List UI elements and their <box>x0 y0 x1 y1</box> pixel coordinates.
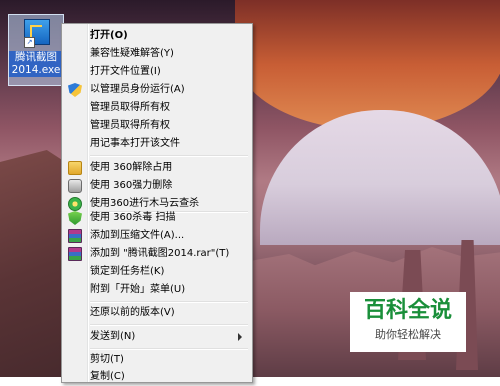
desktop-icon-label-line1: 腾讯截图 <box>15 51 57 63</box>
menu-item-label: 发送到(N) <box>90 331 136 342</box>
uac-shield-icon <box>68 83 82 97</box>
menu-item-label: 附到「开始」菜单(U) <box>90 284 186 295</box>
menu-item-360-antivirus-scan[interactable]: 使用 360杀毒 扫描 <box>64 209 250 227</box>
360-antivirus-icon <box>68 211 82 225</box>
menu-item-take-ownership-1[interactable]: 管理员取得所有权 <box>64 99 250 117</box>
menu-item-open-location[interactable]: 打开文件位置(I) <box>64 63 250 81</box>
watermark: 百科全说 助你轻松解决 <box>350 292 466 352</box>
menu-item-label: 锁定到任务栏(K) <box>90 266 165 277</box>
desktop-icon-label-line2: 2014.exe <box>11 64 61 76</box>
desktop-icon-tencent-screenshot[interactable]: ↗ 腾讯截图 2014.exe <box>8 14 64 86</box>
context-menu: 打开(O) 兼容性疑难解答(Y) 打开文件位置(I) 以管理员身份运行(A) 管… <box>61 23 253 383</box>
menu-separator <box>90 324 248 326</box>
menu-item-add-to-archive[interactable]: 添加到压缩文件(A)... <box>64 227 250 245</box>
shredder-icon <box>68 179 82 193</box>
menu-item-compat[interactable]: 兼容性疑难解答(Y) <box>64 45 250 63</box>
menu-item-run-as-admin[interactable]: 以管理员身份运行(A) <box>64 81 250 99</box>
menu-item-label: 兼容性疑难解答(Y) <box>90 48 174 59</box>
menu-item-label: 使用 360解除占用 <box>90 162 173 173</box>
menu-item-label: 用记事本打开该文件 <box>90 138 180 149</box>
menu-item-open-notepad[interactable]: 用记事本打开该文件 <box>64 135 250 153</box>
menu-item-restore-previous[interactable]: 还原以前的版本(V) <box>64 304 250 322</box>
menu-item-label: 添加到 "腾讯截图2014.rar"(T) <box>90 248 230 259</box>
menu-item-label: 打开(O) <box>90 30 128 41</box>
submenu-arrow-icon <box>238 333 242 341</box>
watermark-title: 百科全说 <box>363 298 452 323</box>
menu-separator <box>90 155 248 157</box>
menu-item-label: 使用 360强力删除 <box>90 180 173 191</box>
menu-item-label: 以管理员身份运行(A) <box>90 84 185 95</box>
desktop-icon-label: 腾讯截图 2014.exe <box>9 51 63 77</box>
menu-item-360-force-delete[interactable]: 使用 360强力删除 <box>64 177 250 195</box>
wallpaper-sky <box>260 110 500 245</box>
folder-icon <box>68 161 82 175</box>
menu-item-take-ownership-2[interactable]: 管理员取得所有权 <box>64 117 250 135</box>
menu-item-label: 管理员取得所有权 <box>90 120 170 131</box>
menu-item-send-to[interactable]: 发送到(N) <box>64 328 250 346</box>
menu-item-360-unlock[interactable]: 使用 360解除占用 <box>64 159 250 177</box>
menu-item-open[interactable]: 打开(O) <box>64 27 250 45</box>
menu-item-label: 使用 360杀毒 扫描 <box>90 212 176 223</box>
menu-item-pin-start[interactable]: 附到「开始」菜单(U) <box>64 281 250 299</box>
menu-item-label: 管理员取得所有权 <box>90 102 170 113</box>
menu-item-label: 剪切(T) <box>90 354 124 365</box>
menu-separator <box>90 301 248 303</box>
menu-item-label: 复制(C) <box>90 371 125 382</box>
winrar-icon <box>68 229 82 243</box>
menu-item-label: 还原以前的版本(V) <box>90 307 175 318</box>
shortcut-arrow-icon: ↗ <box>24 37 35 48</box>
menu-item-pin-taskbar[interactable]: 锁定到任务栏(K) <box>64 263 250 281</box>
menu-item-copy[interactable]: 复制(C) <box>64 368 250 386</box>
menu-item-cut[interactable]: 剪切(T) <box>64 351 250 369</box>
watermark-subtitle: 助你轻松解决 <box>375 328 441 341</box>
menu-item-label: 添加到压缩文件(A)... <box>90 230 185 241</box>
menu-item-add-to-rar[interactable]: 添加到 "腾讯截图2014.rar"(T) <box>64 245 250 263</box>
menu-separator <box>90 348 248 350</box>
winrar-icon <box>68 247 82 261</box>
menu-item-label: 打开文件位置(I) <box>90 66 161 77</box>
